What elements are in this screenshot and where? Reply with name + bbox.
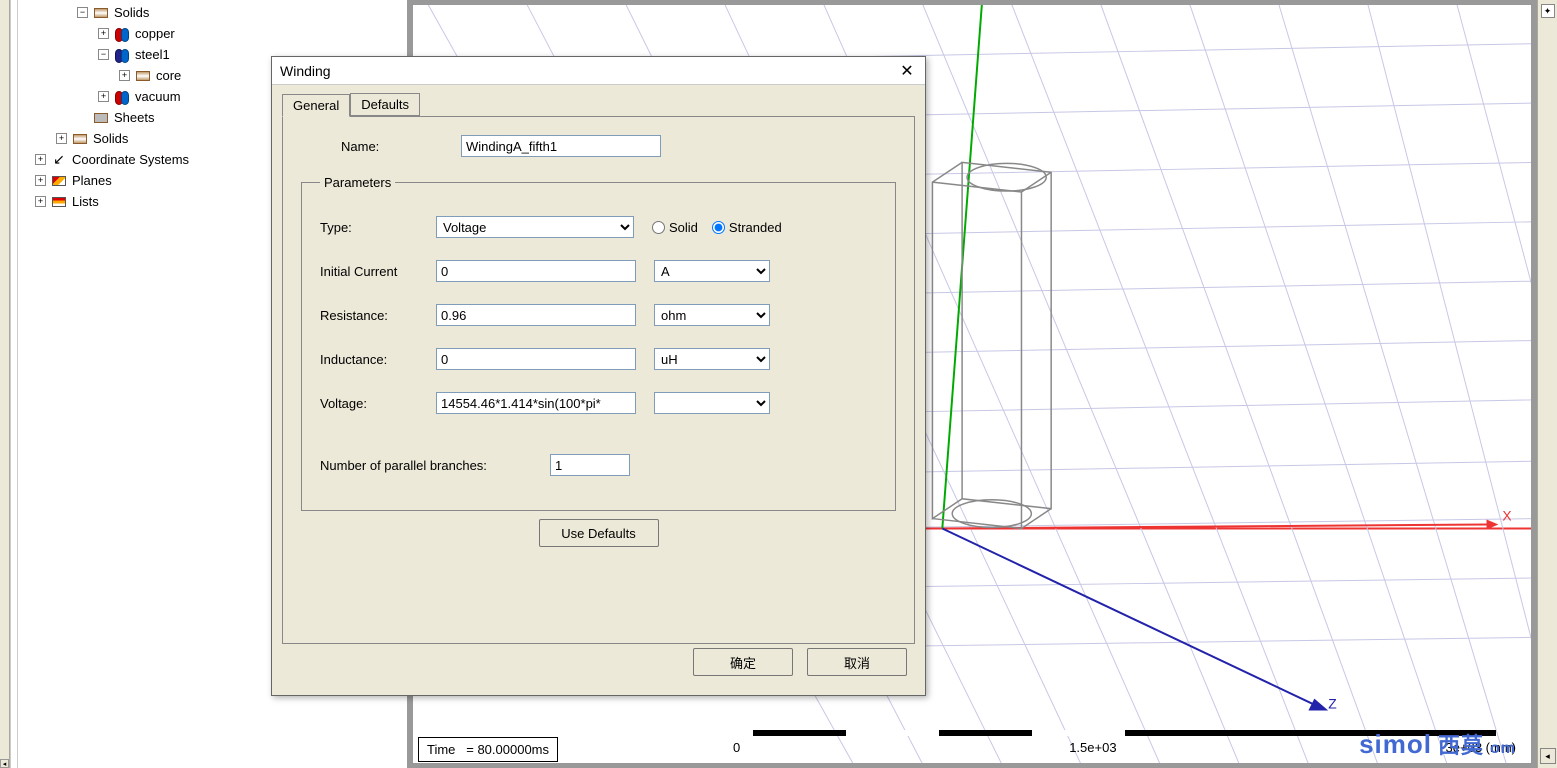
tree-item-copper[interactable]: + copper (18, 23, 407, 44)
panel-toggle-icon[interactable]: ✦ (1541, 4, 1555, 18)
parameters-fieldset: Parameters Type: Voltage Solid Stranded … (301, 175, 896, 511)
initial-current-input[interactable] (436, 260, 636, 282)
far-left-gutter: ◂ (0, 0, 10, 768)
svg-text:Z: Z (1328, 696, 1337, 712)
name-input[interactable] (461, 135, 661, 157)
left-divider (10, 0, 18, 768)
plane-icon (52, 176, 66, 186)
inductance-label: Inductance: (320, 352, 436, 367)
voltage-label: Voltage: (320, 396, 436, 411)
solid-radio[interactable] (652, 221, 665, 234)
ok-button[interactable]: 确定 (693, 648, 793, 676)
gutter-scroll-left[interactable]: ◂ (0, 759, 9, 768)
parallel-branches-input[interactable] (550, 454, 630, 476)
material-icon (115, 49, 129, 61)
name-label: Name: (341, 139, 461, 154)
initial-current-unit[interactable]: A (654, 260, 770, 282)
initial-current-label: Initial Current (320, 264, 436, 279)
list-icon (52, 197, 66, 207)
svg-text:X: X (1502, 508, 1511, 524)
box-icon (136, 71, 150, 81)
tab-general[interactable]: General (282, 94, 350, 117)
dialog-title: Winding (280, 63, 331, 79)
tree-item-solids[interactable]: − Solids (18, 2, 407, 23)
resistance-unit[interactable]: ohm (654, 304, 770, 326)
inductance-unit[interactable]: uH (654, 348, 770, 370)
conductor-type-radio[interactable]: Solid Stranded (652, 220, 782, 235)
voltage-input[interactable] (436, 392, 636, 414)
type-label: Type: (320, 220, 436, 235)
box-icon (94, 8, 108, 18)
watermark: simol 西莫om (1359, 728, 1516, 760)
cancel-button[interactable]: 取消 (807, 648, 907, 676)
type-select[interactable]: Voltage (436, 216, 634, 238)
winding-dialog: Winding ✕ General Defaults Name: Paramet… (271, 56, 926, 696)
inductance-input[interactable] (436, 348, 636, 370)
resistance-label: Resistance: (320, 308, 436, 323)
parallel-branches-label: Number of parallel branches: (320, 458, 550, 473)
close-icon[interactable]: ✕ (897, 61, 917, 81)
sheet-icon (94, 113, 108, 123)
right-gutter: ✦ ◂ (1537, 0, 1557, 768)
voltage-unit[interactable] (654, 392, 770, 414)
use-defaults-button[interactable]: Use Defaults (539, 519, 659, 547)
box-icon (73, 134, 87, 144)
resistance-input[interactable] (436, 304, 636, 326)
dialog-titlebar[interactable]: Winding ✕ (272, 57, 925, 85)
tab-defaults[interactable]: Defaults (350, 93, 420, 116)
material-icon (115, 91, 129, 103)
axis-icon (51, 152, 67, 168)
stranded-radio[interactable] (712, 221, 725, 234)
time-display: Time = 80.00000ms (418, 737, 558, 762)
parameters-legend: Parameters (320, 175, 395, 190)
scroll-left-button[interactable]: ◂ (1540, 748, 1556, 764)
material-icon (115, 28, 129, 40)
